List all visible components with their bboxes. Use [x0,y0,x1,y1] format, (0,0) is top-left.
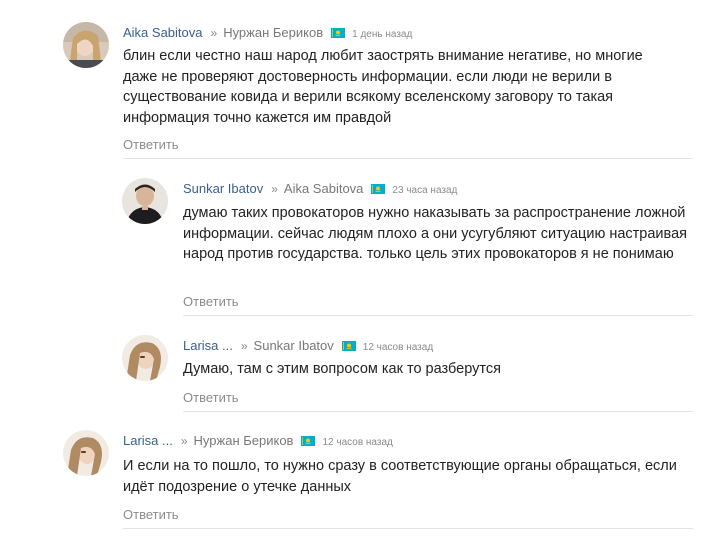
avatar-photo [122,335,168,381]
kazakhstan-flag-icon [301,436,316,446]
kazakhstan-flag-icon [371,184,386,194]
divider [123,528,693,529]
kazakhstan-flag-icon [331,28,346,38]
avatar-photo [63,430,109,476]
reply-button[interactable]: Ответить [123,507,179,522]
reply-button[interactable]: Ответить [183,294,239,309]
divider [183,315,693,316]
reply-separator: » [180,434,188,448]
avatar[interactable] [63,430,109,476]
comment-text: блин если честно наш народ любит заостря… [123,48,643,126]
reply-separator: » [240,339,248,353]
author-name[interactable]: Aika Sabitova [123,25,203,40]
reply-separator: » [210,26,218,40]
kazakhstan-flag-icon [341,341,356,351]
comment-header: Aika Sabitova » Нуржан Бериков 1 день назад [123,25,412,43]
comment-thread: Aika Sabitova » Нуржан Бериков 1 день назад… [0,0,712,539]
avatar-photo [122,178,168,224]
comment: Larisa ... » Sunkar Ibatov 12 часов назад Д… [183,338,693,418]
reply-button[interactable]: Ответить [183,390,239,405]
divider [123,158,693,159]
reply-to-name[interactable]: Sunkar Ibatov [254,338,334,353]
comment-text: думаю таких провокаторов нужно наказыват… [183,205,687,262]
avatar[interactable] [122,335,168,381]
avatar[interactable] [122,178,168,224]
comment-text: Думаю, там с этим вопросом как то разбер… [183,361,501,377]
reply-to-name[interactable]: Нуржан Бериков [223,25,323,40]
reply-separator: » [271,182,278,196]
author-name[interactable]: Sunkar Ibatov [183,181,263,196]
comment: Sunkar Ibatov » Aika Sabitova 23 часа назад… [183,181,693,316]
reply-to-name[interactable]: Aika Sabitova [284,181,364,196]
avatar[interactable] [63,22,109,68]
comment: Aika Sabitova » Нуржан Бериков 1 день назад… [123,25,693,165]
comment-time: 12 часов назад [362,342,434,353]
comment-text: И если на то пошло, то нужно сразу в соо… [123,458,677,495]
avatar-photo [63,22,109,68]
comment-header: Sunkar Ibatov » Aika Sabitova 23 часа назад [183,181,457,199]
comment: Larisa ...» Нуржан Бериков 12 часов назад … [123,433,693,533]
comment-header: Larisa ... » Sunkar Ibatov 12 часов назад [183,338,433,356]
comment-time: 23 часа назад [392,185,458,196]
divider [183,411,693,412]
author-name[interactable]: Larisa ... [123,433,173,448]
reply-to-name[interactable]: Нуржан Бериков [194,433,294,448]
author-name[interactable]: Larisa ... [183,338,233,353]
comment-time: 1 день назад [352,29,413,40]
comment-header: Larisa ... » Нуржан Бериков 12 часов назад [123,433,393,451]
reply-button[interactable]: Ответить [123,137,179,152]
comment-time: 12 часов назад [322,437,393,448]
